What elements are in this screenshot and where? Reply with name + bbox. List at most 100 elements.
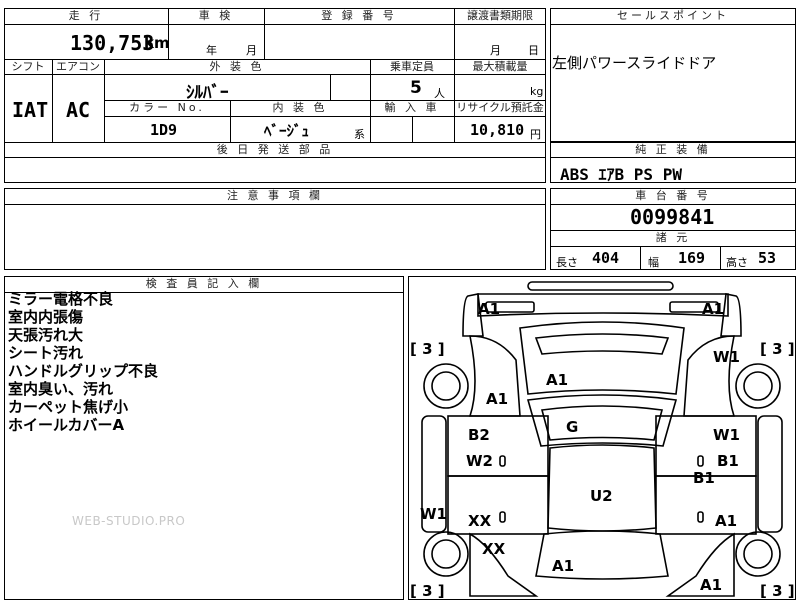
- damage-label-right-front-door-top: W1: [713, 426, 740, 444]
- damage-label-right-pillar: B1: [693, 469, 715, 487]
- transfer-deadline-header: 譲渡書類期限: [467, 9, 533, 22]
- divider: [52, 59, 53, 142]
- registration-header: 登 録 番 号: [321, 9, 397, 22]
- color-no-header: カラー No.: [129, 101, 205, 114]
- interior-color-suffix: 系: [354, 128, 365, 141]
- damage-label-left-front-fender: A1: [486, 390, 509, 408]
- inspection-year-label: 年: [206, 44, 217, 57]
- mileage-header: 走 行: [68, 9, 104, 22]
- chassis-value: 0099841: [630, 205, 715, 229]
- mileage-value: 130,753: [70, 31, 155, 55]
- inspector-note: 室内臭い、汚れ: [8, 380, 114, 398]
- damage-label-left-sill: W1: [420, 505, 447, 523]
- inspection-header: 車 検: [198, 9, 234, 22]
- capacity-value: 5: [410, 78, 422, 98]
- hood-shape: [519, 321, 685, 395]
- import-header: 輸 入 車: [384, 101, 440, 114]
- dimensions-header: 諸 元: [655, 231, 691, 244]
- max-load-unit: kg: [530, 85, 544, 98]
- front-right-wheel-shape: [735, 363, 781, 409]
- inspector-note: ハンドルグリップ不良: [8, 362, 159, 380]
- tire-bracket-rear-right: [ 3 ]: [760, 582, 795, 600]
- chassis-header: 車 台 番 号: [635, 189, 711, 202]
- divider: [4, 204, 546, 205]
- delivery-parts-header: 後 日 発 送 部 品: [216, 143, 334, 156]
- damage-label-rear-right-corner: A1: [700, 576, 723, 594]
- length-label: 長さ: [556, 256, 578, 269]
- selling-points-box: [550, 8, 796, 142]
- caution-header: 注 意 事 項 欄: [227, 189, 323, 202]
- tire-bracket-front-left: [ 3 ]: [410, 340, 445, 358]
- mileage-unit: km: [144, 34, 170, 52]
- inspector-note: ホイールカバーA: [8, 416, 125, 434]
- rear-left-wheel-shape: [423, 531, 469, 577]
- inspector-note: ミラー電格不良: [8, 290, 114, 308]
- front-bumper-shape: [527, 281, 674, 291]
- divider: [230, 100, 231, 142]
- divider: [412, 116, 413, 142]
- tire-bracket-rear-left: [ 3 ]: [410, 582, 445, 600]
- transfer-day-label: 日: [528, 44, 539, 57]
- length-value: 404: [592, 249, 620, 267]
- windshield-inner-shape: [540, 405, 664, 441]
- damage-label-hood: A1: [546, 371, 569, 389]
- ac-header: エアコン: [56, 60, 100, 73]
- interior-color-value: ﾍﾞｰｼﾞｭ: [264, 122, 310, 140]
- max-load-header: 最大積載量: [472, 60, 528, 73]
- damage-label-windshield: G: [566, 418, 579, 436]
- selling-points-header: セールスポイント: [617, 9, 729, 22]
- recycle-value: 10,810: [470, 121, 525, 139]
- damage-label-right-rear-door: A1: [715, 512, 738, 530]
- ac-value: AC: [66, 98, 91, 122]
- divider: [264, 8, 265, 59]
- damage-label-left-front-door-bottom: W2: [466, 452, 493, 470]
- tire-bracket-front-right: [ 3 ]: [760, 340, 795, 358]
- shift-header: シフト: [11, 60, 45, 73]
- recycle-unit: 円: [530, 128, 541, 141]
- exterior-color-header: 外 装 色: [209, 60, 265, 73]
- height-value: 53: [758, 249, 777, 267]
- inspector-notes: ミラー電格不良 室内内張傷 天張汚れ大 シート汚れ ハンドルグリップ不良 室内臭…: [8, 290, 158, 434]
- divider: [640, 246, 641, 270]
- width-label: 幅: [648, 256, 659, 269]
- recycle-header: リサイクル預託金: [456, 101, 544, 114]
- inspector-note: 天張汚れ大: [8, 326, 84, 344]
- divider: [330, 74, 331, 100]
- damage-label-roof: U2: [590, 487, 613, 505]
- capacity-header: 乗車定員: [390, 60, 434, 73]
- damage-label-left-rear-fender: XX: [482, 540, 506, 558]
- equipment-text: ABS ｴｱB PS PW: [560, 165, 682, 184]
- watermark: WEB-STUDIO.PRO: [72, 514, 186, 528]
- height-label: 高さ: [726, 256, 748, 269]
- transfer-month-label: 月: [490, 44, 501, 57]
- selling-points-text: 左側パワースライドドア: [552, 54, 717, 72]
- damage-label-rear-center: A1: [552, 557, 575, 575]
- divider: [454, 8, 455, 59]
- inspector-note: シート汚れ: [8, 344, 84, 362]
- front-left-wheel-shape: [423, 363, 469, 409]
- width-value: 169: [678, 249, 706, 267]
- equipment-header: 純 正 装 備: [635, 143, 711, 156]
- shift-value: IAT: [12, 98, 49, 122]
- inspection-month-label: 月: [246, 44, 257, 57]
- inspector-note: カーペット焦げ小: [8, 398, 129, 416]
- capacity-unit: 人: [434, 87, 445, 100]
- left-front-door-shape: [447, 415, 549, 477]
- right-front-door-shape: [655, 415, 757, 477]
- hood-inner-shape: [534, 333, 670, 355]
- divider: [720, 246, 721, 270]
- inspector-note: 室内内張傷: [8, 308, 84, 326]
- divider: [4, 24, 546, 25]
- right-sill-shape: [757, 415, 783, 533]
- divider: [550, 24, 796, 25]
- divider: [104, 116, 546, 117]
- damage-label-right-front-door-bottom: B1: [717, 452, 739, 470]
- left-rear-door-shape: [447, 475, 549, 535]
- divider: [550, 246, 796, 247]
- damage-label-front-left-corner: A1: [478, 300, 501, 318]
- damage-label-left-front-door-top: B2: [468, 426, 490, 444]
- color-no-value: 1D9: [150, 121, 178, 139]
- damage-label-front-right-corner: A1: [702, 300, 725, 318]
- damage-label-right-front-fender: W1: [713, 348, 740, 366]
- rear-right-wheel-shape: [735, 531, 781, 577]
